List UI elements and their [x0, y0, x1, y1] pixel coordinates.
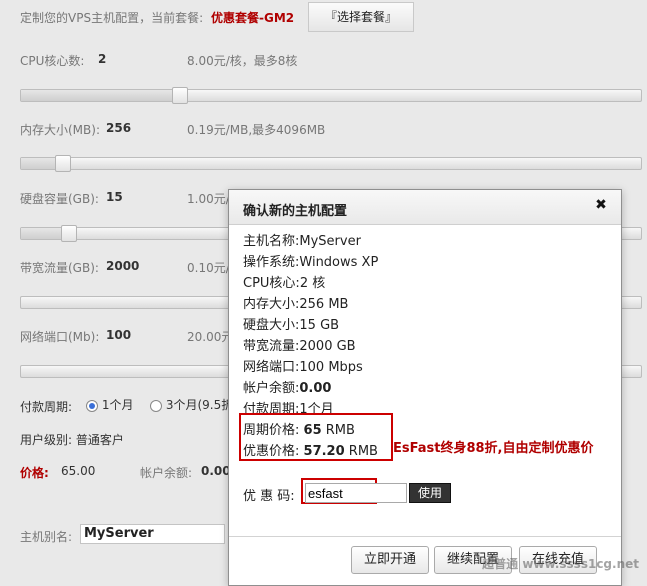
cpu-slider-handle[interactable] [172, 87, 188, 104]
period-price-label: 周期价格: [243, 423, 300, 438]
discount-price-value: 57.20 [303, 444, 345, 459]
memory-price: 0.19元/MB,最多4096MB [187, 123, 326, 137]
port-label: 网络端口(Mb): [20, 330, 100, 344]
dialog-row-value: 2000 GB [299, 339, 356, 354]
alias-label: 主机别名: [20, 530, 73, 544]
dialog-row-label: 硬盘大小: [243, 318, 300, 333]
period-price-value: 65 [303, 423, 322, 438]
price-label: 价格: [20, 466, 49, 480]
dialog-row-value: 0.00 [299, 381, 332, 396]
user-level-value: 普通客户 [75, 433, 124, 447]
promo-code-input[interactable] [305, 483, 407, 503]
memory-slider-handle[interactable] [55, 155, 71, 172]
promo-label: 优 惠 码: [243, 489, 295, 504]
user-level-label: 用户级别: [20, 433, 73, 447]
port-price: 20.00元 [187, 330, 234, 344]
dialog-row: 主机名称:MyServer [243, 230, 361, 249]
memory-value: 256 [106, 121, 132, 135]
cpu-price: 8.00元/核，最多8核 [187, 54, 298, 68]
watermark: 超普通 www.ssss1cg.net [482, 557, 639, 571]
dialog-row-label: 内存大小: [243, 297, 300, 312]
dialog-row-label: 操作系统: [243, 255, 300, 270]
balance-label: 帐户余额: [140, 466, 193, 480]
dialog-row-label: 主机名称: [243, 234, 300, 249]
dialog-title: 确认新的主机配置 [243, 204, 348, 219]
memory-slider[interactable] [20, 155, 642, 172]
period-price-unit: RMB [325, 423, 355, 438]
cpu-value: 2 [98, 52, 107, 66]
dialog-row: 带宽流量:2000 GB [243, 335, 356, 354]
disk-price: 1.00元/ [187, 192, 230, 206]
current-package: 优惠套餐-GM2 [211, 11, 295, 25]
period-price-row: 周期价格: 65 RMB [243, 419, 355, 438]
dialog-row-value: 2 核 [299, 276, 326, 291]
dialog-row: 网络端口:100 Mbps [243, 356, 363, 375]
choose-package-button[interactable]: 『选择套餐』 [308, 2, 414, 32]
bandwidth-value: 2000 [106, 259, 140, 273]
discount-price-row: 优惠价格: 57.20 RMB [243, 440, 378, 459]
disk-label: 硬盘容量(GB): [20, 192, 99, 206]
cpu-slider[interactable] [20, 87, 642, 104]
dialog-row: 操作系统:Windows XP [243, 251, 378, 270]
dialog-row-value: MyServer [299, 234, 361, 249]
dialog-row: 内存大小:256 MB [243, 293, 348, 312]
dialog-header: 确认新的主机配置 ✖ [229, 190, 621, 225]
dialog-row-value: Windows XP [299, 255, 379, 270]
dialog-row-label: 带宽流量: [243, 339, 300, 354]
radio-unchecked-icon[interactable] [150, 399, 162, 412]
port-value: 100 [106, 328, 132, 342]
payment-label: 付款周期: [20, 400, 73, 414]
price-value: 65.00 [61, 464, 96, 478]
dialog-row: 帐户余额:0.00 [243, 377, 331, 396]
payment-option-1[interactable]: 1个月 [86, 396, 133, 413]
payment-option-2[interactable]: 3个月(9.5折 [150, 396, 233, 413]
cpu-label: CPU核心数: [20, 54, 85, 68]
bandwidth-price: 0.10元/ [187, 261, 230, 275]
dialog-row: CPU核心:2 核 [243, 272, 325, 291]
discount-price-label: 优惠价格: [243, 444, 300, 459]
discount-price-unit: RMB [348, 444, 378, 459]
disk-value: 15 [106, 190, 123, 204]
close-icon[interactable]: ✖ [593, 197, 609, 213]
dialog-row-value: 15 GB [299, 318, 340, 333]
open-now-button[interactable]: 立即开通 [351, 546, 430, 574]
dialog-row-label: 帐户余额: [243, 381, 300, 396]
alias-input[interactable]: MyServer [80, 524, 225, 544]
dialog-row-value: 256 MB [299, 297, 349, 312]
header-prefix: 定制您的VPS主机配置，当前套餐: [20, 11, 204, 25]
payment-option-2-label: 3个月(9.5折 [165, 398, 234, 412]
promo-note: EsFast终身88折,自由定制优惠价 [393, 441, 594, 456]
bandwidth-label: 带宽流量(GB): [20, 261, 99, 275]
payment-option-1-label: 1个月 [101, 398, 134, 412]
use-promo-button[interactable]: 使用 [409, 483, 452, 503]
dialog-row-label: 网络端口: [243, 360, 300, 375]
balance-value: 0.00 [201, 464, 231, 478]
disk-slider-handle[interactable] [61, 225, 77, 242]
dialog-row-label: CPU核心: [243, 276, 300, 291]
memory-label: 内存大小(MB): [20, 123, 100, 137]
radio-checked-icon[interactable] [86, 399, 98, 412]
dialog-row-value: 100 Mbps [299, 360, 363, 375]
user-level: 用户级别: 普通客户 [20, 431, 124, 448]
dialog-footer-divider [229, 536, 621, 537]
dialog-row: 硬盘大小:15 GB [243, 314, 339, 333]
confirm-dialog: 确认新的主机配置 ✖ 主机名称:MyServer 操作系统:Windows XP C… [228, 189, 622, 586]
